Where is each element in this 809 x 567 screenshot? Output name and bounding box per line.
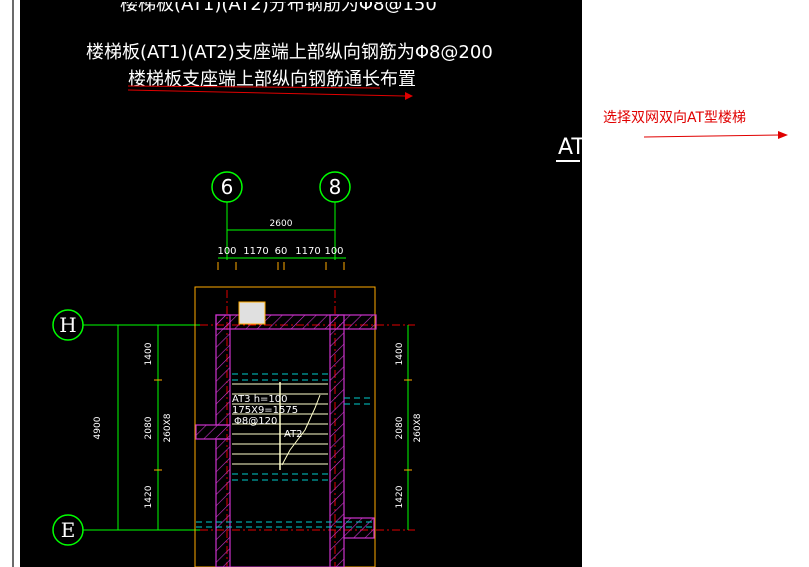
label-at3-line3: Φ8@120 (234, 416, 277, 427)
wall-right-ledge (343, 517, 375, 539)
label-at2: AT2 (284, 429, 303, 440)
dim-right-part-3: 1420 (395, 485, 405, 508)
left-window-frame (0, 0, 20, 567)
wall-left-upper (215, 314, 231, 426)
dim-top-part-4: 1170 (295, 246, 320, 257)
left-frame-divider (12, 0, 14, 567)
dim-right-flight: 260X8 (413, 413, 423, 442)
opening-block (238, 301, 266, 325)
annotation-text: 选择双网双向AT型楼梯 (603, 110, 747, 126)
dim-right-part-2: 2080 (395, 416, 405, 439)
note-arrow-head (405, 92, 413, 100)
dim-left-overall: 4900 (93, 416, 103, 439)
grid-label-6: 6 (221, 175, 234, 199)
note-underline-upper (127, 85, 381, 89)
label-at3-line1: AT3 h=100 (232, 394, 288, 405)
note-underline (127, 89, 406, 97)
wall-left-ledge (195, 424, 231, 440)
dim-top-part-1: 100 (217, 246, 236, 257)
dim-left-part-2: 2080 (144, 416, 154, 439)
cad-edge-label: AT (558, 135, 582, 160)
dim-top-part-3: 60 (275, 246, 288, 257)
dim-left-part-3: 1420 (144, 485, 154, 508)
dim-left-part-1: 1400 (144, 342, 154, 365)
cad-edge-tick (556, 160, 580, 162)
dim-top-overall: 2600 (270, 219, 293, 229)
dim-right-part-1: 1400 (395, 342, 405, 365)
dim-left-flight: 260X8 (163, 413, 173, 442)
grid-label-8: 8 (329, 175, 342, 199)
cad-drawing-canvas[interactable]: 楼梯板(AT1)(AT2)分布钢筋为Φ8@150 楼梯板(AT1)(AT2)支座… (20, 0, 582, 567)
stair-plan-drawing: 6 8 H E 2600 100 1170 60 1170 100 4900 1… (52, 85, 423, 567)
dim-top-part-5: 100 (324, 246, 343, 257)
annotation-arrow (643, 131, 788, 139)
grid-label-E: E (61, 518, 76, 542)
wall-right (329, 314, 345, 567)
grid-label-H: H (59, 313, 76, 337)
wall-left-lower (215, 438, 231, 567)
label-at3-line2: 175X9=1575 (232, 405, 298, 416)
dim-top-part-2: 1170 (243, 246, 268, 257)
